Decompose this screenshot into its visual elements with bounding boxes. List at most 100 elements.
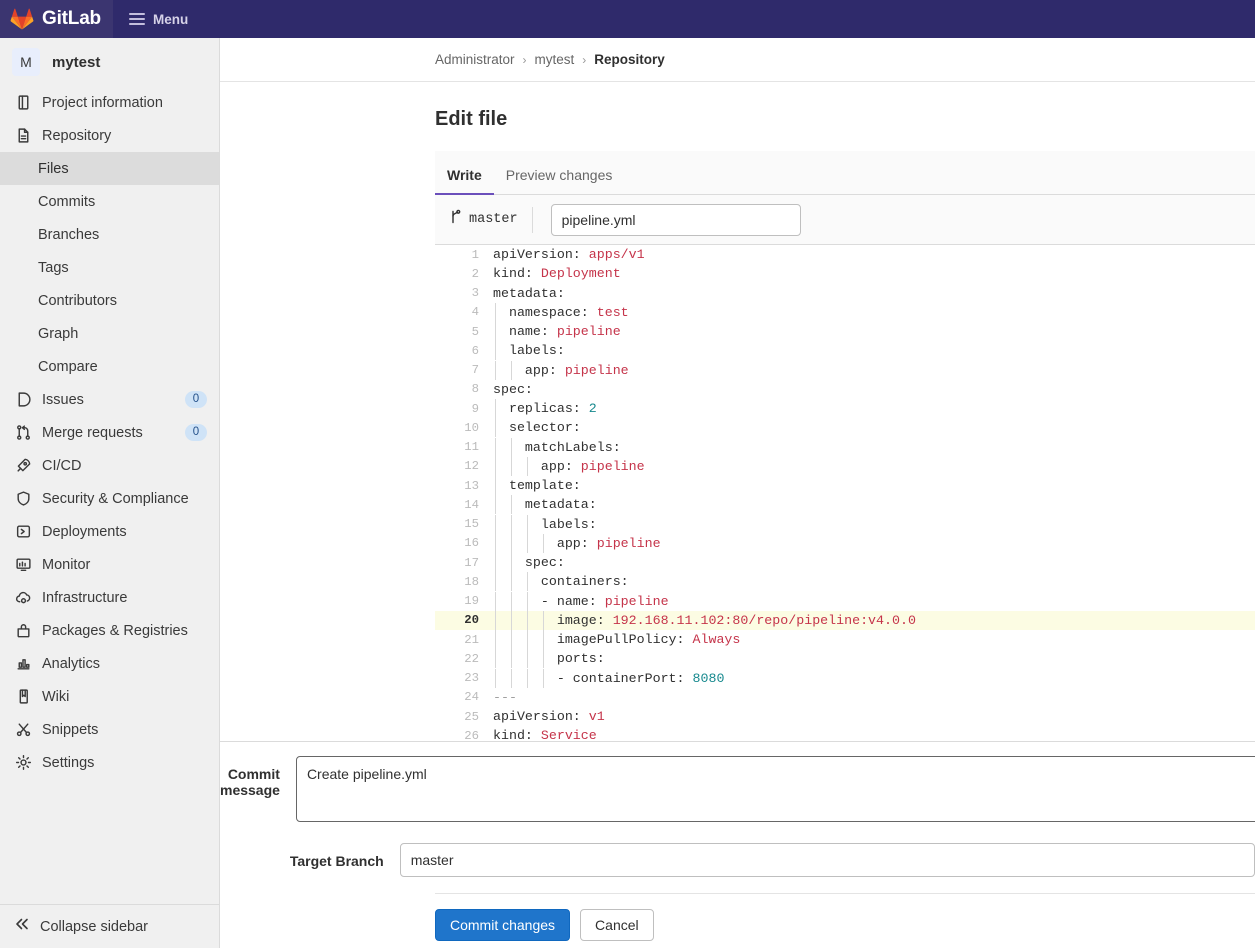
sidebar-item-infrastructure[interactable]: Infrastructure <box>0 581 219 614</box>
main-content: Administrator › mytest › Repository Edit… <box>220 38 1255 948</box>
breadcrumb-item-administrator[interactable]: Administrator <box>435 52 515 67</box>
code-line[interactable]: 26 kind: Service <box>435 726 1255 741</box>
sidebar-item-settings[interactable]: Settings <box>0 746 219 779</box>
breadcrumb-item-mytest[interactable]: mytest <box>535 52 575 67</box>
tab-write[interactable]: Write <box>435 168 494 195</box>
code-line[interactable]: 10 selector: <box>435 418 1255 438</box>
sidebar-item-badge: 0 <box>185 424 207 441</box>
commit-changes-button[interactable]: Commit changes <box>435 909 571 941</box>
code-line-text: apiVersion: apps/v1 <box>491 247 645 262</box>
code-line[interactable]: 20 image: 192.168.11.102:80/repo/pipelin… <box>435 610 1255 630</box>
sidebar-item-label: Project information <box>42 94 163 111</box>
code-token: spec: <box>493 555 565 571</box>
sidebar-item-project-information[interactable]: Project information <box>0 86 219 119</box>
code-line-text: labels: <box>491 341 565 361</box>
line-number: 25 <box>464 709 479 724</box>
sidebar-subitem-graph[interactable]: Graph <box>0 317 219 350</box>
code-line[interactable]: 18 containers: <box>435 572 1255 592</box>
package-icon <box>14 622 32 640</box>
indent-guides <box>491 690 691 705</box>
code-line[interactable]: 21 imagePullPolicy: Always <box>435 630 1255 650</box>
code-line[interactable]: 5 name: pipeline <box>435 322 1255 342</box>
monitor-icon <box>14 556 32 574</box>
filename-input[interactable] <box>550 203 801 236</box>
code-line[interactable]: 4 namespace: test <box>435 302 1255 322</box>
line-number: 7 <box>471 363 479 378</box>
code-line[interactable]: 9 replicas: 2 <box>435 399 1255 419</box>
code-line[interactable]: 8 spec: <box>435 380 1255 399</box>
code-line[interactable]: 23 - containerPort: 8080 <box>435 668 1255 688</box>
line-number: 11 <box>464 440 479 455</box>
sidebar-item-label: Security & Compliance <box>42 490 189 507</box>
menu-button[interactable]: Menu <box>128 12 188 27</box>
sidebar-project-header[interactable]: M mytest <box>0 38 219 86</box>
line-number: 23 <box>464 671 479 686</box>
sidebar-item-merge-requests[interactable]: Merge requests 0 <box>0 416 219 449</box>
code-token: 192.168.11.102:80/repo/pipeline:v4.0.0 <box>612 612 916 628</box>
target-branch-input[interactable] <box>399 843 1255 877</box>
code-line-text: namespace: test <box>491 302 629 322</box>
code-line[interactable]: 22 ports: <box>435 649 1255 669</box>
sidebar-item-analytics[interactable]: Analytics <box>0 647 219 680</box>
project-sidebar: M mytest Project information Repository Fi… <box>0 38 220 948</box>
line-number: 4 <box>471 305 479 320</box>
tab-preview-changes[interactable]: Preview changes <box>494 168 625 194</box>
sidebar-subitem-branches[interactable]: Branches <box>0 218 219 251</box>
sidebar-item-wiki[interactable]: Wiki <box>0 680 219 713</box>
code-line[interactable]: 25 apiVersion: v1 <box>435 707 1255 726</box>
form-actions: Commit changes Cancel <box>435 893 1255 941</box>
collapse-sidebar-button[interactable]: Collapse sidebar <box>0 904 219 948</box>
code-token: image: <box>493 612 613 628</box>
branch-name-label: master <box>469 212 518 227</box>
sidebar-subitem-files[interactable]: Files <box>0 152 219 185</box>
gitlab-brand[interactable]: GitLab <box>0 0 113 38</box>
sidebar-item-issues[interactable]: Issues 0 <box>0 383 219 416</box>
cancel-button[interactable]: Cancel <box>580 909 654 941</box>
code-line[interactable]: 14 metadata: <box>435 495 1255 515</box>
code-line[interactable]: 24 --- <box>435 688 1255 707</box>
code-line[interactable]: 2 kind: Deployment <box>435 264 1255 283</box>
code-token: pipeline <box>604 593 669 609</box>
line-number: 24 <box>464 690 479 705</box>
line-number: 13 <box>464 478 479 493</box>
code-line-text: app: pipeline <box>491 360 629 380</box>
code-line-text: metadata: <box>491 495 597 515</box>
target-branch-label: Target Branch <box>289 853 384 869</box>
code-line[interactable]: 3 metadata: <box>435 284 1255 303</box>
code-line-text: selector: <box>491 418 581 438</box>
sidebar-subitem-tags[interactable]: Tags <box>0 251 219 284</box>
sidebar-item-monitor[interactable]: Monitor <box>0 548 219 581</box>
code-line[interactable]: 13 template: <box>435 476 1255 496</box>
code-line[interactable]: 19 - name: pipeline <box>435 591 1255 611</box>
sidebar-item-label: Issues <box>42 391 84 408</box>
code-editor[interactable]: 1 apiVersion: apps/v1 2 kind: Deployment 3 me… <box>220 245 1255 742</box>
commit-message-input[interactable] <box>295 756 1255 822</box>
sidebar-item-deployments[interactable]: Deployments <box>0 515 219 548</box>
code-token: matchLabels: <box>493 439 621 455</box>
sidebar-item-repository[interactable]: Repository <box>0 119 219 152</box>
issues-icon <box>14 391 32 409</box>
code-line[interactable]: 11 matchLabels: <box>435 437 1255 457</box>
sidebar-item-label: Deployments <box>42 523 127 540</box>
sidebar-subitem-contributors[interactable]: Contributors <box>0 284 219 317</box>
code-line[interactable]: 16 app: pipeline <box>435 533 1255 553</box>
line-number: 8 <box>471 382 479 397</box>
code-line-text: replicas: 2 <box>491 399 597 419</box>
sidebar-subitem-compare[interactable]: Compare <box>0 350 219 383</box>
code-line[interactable]: 7 app: pipeline <box>435 360 1255 380</box>
sidebar-subitem-commits[interactable]: Commits <box>0 185 219 218</box>
code-line[interactable]: 15 labels: <box>435 514 1255 534</box>
sidebar-item-badge: 0 <box>185 391 207 408</box>
sidebar-item-snippets[interactable]: Snippets <box>0 713 219 746</box>
code-line[interactable]: 6 labels: <box>435 341 1255 361</box>
code-line-text: apiVersion: v1 <box>491 709 605 724</box>
sidebar-item-security-compliance[interactable]: Security & Compliance <box>0 482 219 515</box>
code-line-text: spec: <box>491 382 533 397</box>
code-line[interactable]: 17 spec: <box>435 553 1255 573</box>
chevron-double-left-icon <box>14 916 30 937</box>
sidebar-item-ci-cd[interactable]: CI/CD <box>0 449 219 482</box>
code-line[interactable]: 1 apiVersion: apps/v1 <box>435 245 1255 264</box>
hamburger-icon <box>128 13 145 25</box>
code-line[interactable]: 12 app: pipeline <box>435 456 1255 476</box>
sidebar-item-packages-registries[interactable]: Packages & Registries <box>0 614 219 647</box>
